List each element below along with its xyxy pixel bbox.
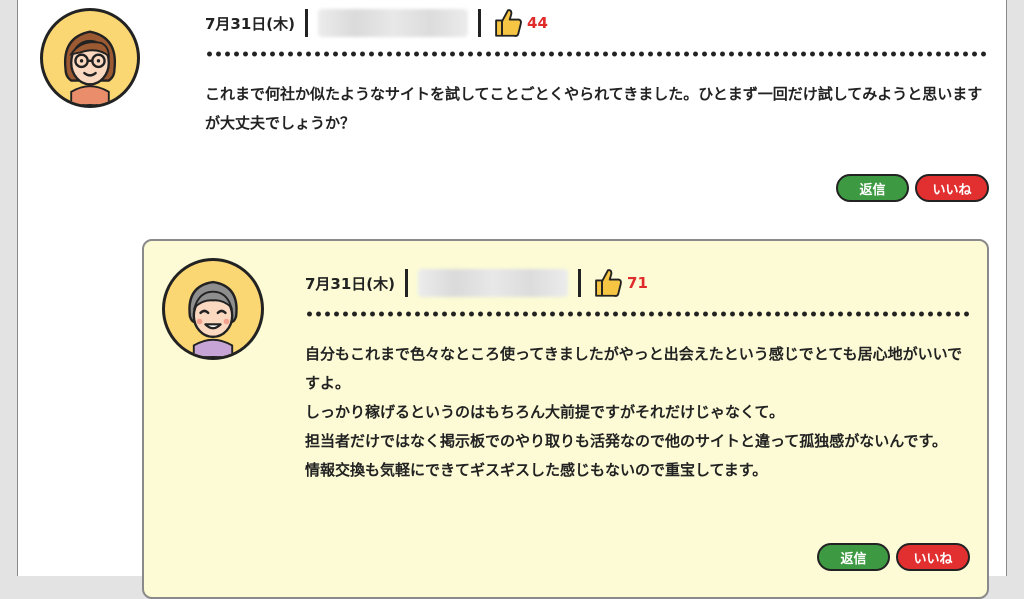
- divider: [478, 9, 482, 37]
- thumbs-up-icon: [491, 6, 525, 40]
- post-date: 7月31日(木): [205, 14, 296, 33]
- reply-button[interactable]: 返信: [817, 543, 890, 571]
- reply-meta: 7月31日(木) 71: [305, 266, 648, 300]
- divider: [405, 269, 409, 297]
- like-count: 44: [527, 14, 548, 32]
- post-text: これまで何社か似たようなサイトを試してことごとくやられてきました。ひとまず一回だ…: [205, 85, 983, 132]
- dotted-separator: [205, 51, 988, 57]
- thumbs-up-icon: [591, 266, 625, 300]
- divider: [305, 9, 309, 37]
- reply-button[interactable]: 返信: [836, 174, 909, 202]
- like-button[interactable]: いいね: [896, 543, 970, 571]
- post-meta: 7月31日(木) 44: [205, 6, 548, 40]
- reply-date: 7月31日(木): [305, 274, 396, 293]
- like-counter[interactable]: 71: [591, 266, 648, 300]
- like-counter[interactable]: 44: [491, 6, 548, 40]
- like-button[interactable]: いいね: [915, 174, 989, 202]
- divider: [578, 269, 582, 297]
- woman-glasses-avatar-icon: [40, 8, 140, 108]
- dotted-separator: [305, 311, 970, 317]
- reply-text: 自分もこれまで色々なところ使ってきましたがやっと出会えたという感じでとても居心地…: [305, 345, 963, 479]
- elderly-avatar-icon: [162, 258, 264, 360]
- username-blurred: [318, 9, 469, 37]
- like-count: 71: [627, 274, 648, 292]
- username-blurred: [418, 269, 569, 297]
